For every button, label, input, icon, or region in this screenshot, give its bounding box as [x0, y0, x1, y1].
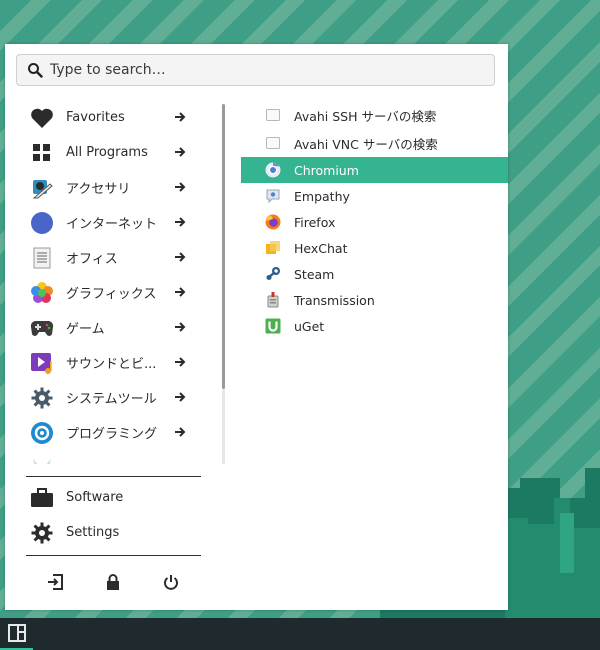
start-menu-button[interactable] — [0, 618, 33, 650]
search-icon — [28, 63, 43, 78]
place-label: Software — [66, 490, 124, 505]
app-label: Chromium — [294, 162, 359, 178]
programming-icon — [30, 421, 54, 445]
app-avahi-ssh[interactable]: Avahi SSH サーバの検索 — [241, 101, 508, 129]
app-steam[interactable]: Steam — [241, 261, 508, 287]
document-icon — [30, 246, 54, 270]
category-label: ゲーム — [66, 322, 105, 337]
power-icon — [164, 575, 178, 590]
arrow-right-icon — [175, 112, 186, 122]
gamepad-icon — [30, 316, 54, 340]
firefox-icon — [265, 214, 281, 230]
briefcase-icon — [30, 486, 54, 510]
app-label: Steam — [294, 266, 335, 282]
category-label: グラフィックス — [66, 287, 157, 302]
app-chromium[interactable]: Chromium — [241, 157, 508, 183]
app-uget[interactable]: uGet — [241, 313, 508, 339]
category-graphics[interactable]: グラフィックス — [23, 275, 203, 310]
divider — [26, 476, 201, 477]
arrow-right-icon — [175, 217, 186, 227]
category-partial-next[interactable] — [23, 450, 203, 464]
arrow-right-icon — [175, 357, 186, 367]
app-label: Avahi VNC サーバの検索 — [294, 136, 438, 152]
category-programming[interactable]: プログラミング — [23, 415, 203, 450]
arrow-right-icon — [175, 182, 186, 192]
category-list: Favorites All Programs アクセサリ インターネット オフィ… — [23, 100, 203, 464]
category-system-tools[interactable]: システムツール — [23, 380, 203, 415]
multimedia-icon — [30, 351, 54, 375]
category-label: All Programs — [66, 145, 148, 160]
arrow-right-icon — [175, 427, 186, 437]
places-list: Software Settings — [23, 480, 203, 550]
category-scrollbar-thumb[interactable] — [222, 104, 225, 389]
app-firefox[interactable]: Firefox — [241, 209, 508, 235]
uget-icon — [265, 318, 281, 334]
window-icon — [265, 135, 281, 151]
category-label: Favorites — [66, 110, 125, 125]
category-multimedia[interactable]: サウンドとビ... — [23, 345, 203, 380]
category-label: オフィス — [66, 252, 118, 267]
grid-icon — [30, 141, 54, 165]
category-label: システムツール — [66, 392, 157, 407]
search-input[interactable] — [50, 62, 470, 78]
app-label: Firefox — [294, 214, 336, 230]
arrow-right-icon — [175, 392, 186, 402]
app-label: Transmission — [294, 292, 375, 308]
chromium-icon — [265, 162, 281, 178]
app-empathy[interactable]: Empathy — [241, 183, 508, 209]
settings-icon — [30, 521, 54, 545]
software-item[interactable]: Software — [23, 480, 203, 515]
app-label: Empathy — [294, 188, 350, 204]
app-label: HexChat — [294, 240, 348, 256]
category-scrollbar-track[interactable] — [222, 389, 225, 464]
empathy-icon — [265, 188, 281, 204]
arrow-right-icon — [175, 287, 186, 297]
compass-icon — [30, 211, 54, 235]
shutdown-button[interactable] — [161, 572, 181, 592]
category-accessories[interactable]: アクセサリ — [23, 170, 203, 205]
place-label: Settings — [66, 525, 120, 540]
app-hexchat[interactable]: HexChat — [241, 235, 508, 261]
arrow-right-icon — [175, 147, 186, 157]
app-transmission[interactable]: Transmission — [241, 287, 508, 313]
transmission-icon — [265, 292, 281, 308]
app-avahi-vnc[interactable]: Avahi VNC サーバの検索 — [241, 129, 508, 157]
category-label: プログラミング — [66, 427, 158, 442]
lock-icon — [107, 574, 119, 590]
steam-icon — [265, 266, 281, 282]
category-label: インターネット — [66, 217, 158, 232]
category-label: サウンドとビ... — [66, 357, 157, 372]
hexchat-icon — [265, 240, 281, 256]
manjaro-logo-icon — [7, 624, 26, 642]
divider — [26, 555, 201, 556]
gear-icon — [30, 386, 54, 410]
settings-item[interactable]: Settings — [23, 515, 203, 550]
category-office[interactable]: オフィス — [23, 240, 203, 275]
partial-category-icon — [30, 456, 54, 464]
lock-button[interactable] — [103, 572, 123, 592]
heart-icon — [30, 106, 54, 130]
search-box[interactable] — [16, 54, 495, 86]
app-label: Avahi SSH サーバの検索 — [294, 108, 437, 124]
category-label: アクセサリ — [66, 182, 131, 197]
graphics-icon — [30, 281, 54, 305]
category-games[interactable]: ゲーム — [23, 310, 203, 345]
application-list: Avahi SSH サーバの検索 Avahi VNC サーバの検索 Chromi… — [241, 101, 508, 339]
logout-button[interactable] — [45, 572, 65, 592]
arrow-right-icon — [175, 322, 186, 332]
category-favorites[interactable]: Favorites — [23, 100, 203, 135]
window-icon — [265, 107, 281, 123]
app-label: uGet — [294, 318, 325, 334]
logout-icon — [48, 574, 63, 590]
category-internet[interactable]: インターネット — [23, 205, 203, 240]
arrow-right-icon — [175, 252, 186, 262]
application-menu: Favorites All Programs アクセサリ インターネット — [5, 44, 508, 610]
accessories-icon — [30, 176, 54, 200]
category-all-programs[interactable]: All Programs — [23, 135, 203, 170]
taskbar — [0, 618, 600, 650]
